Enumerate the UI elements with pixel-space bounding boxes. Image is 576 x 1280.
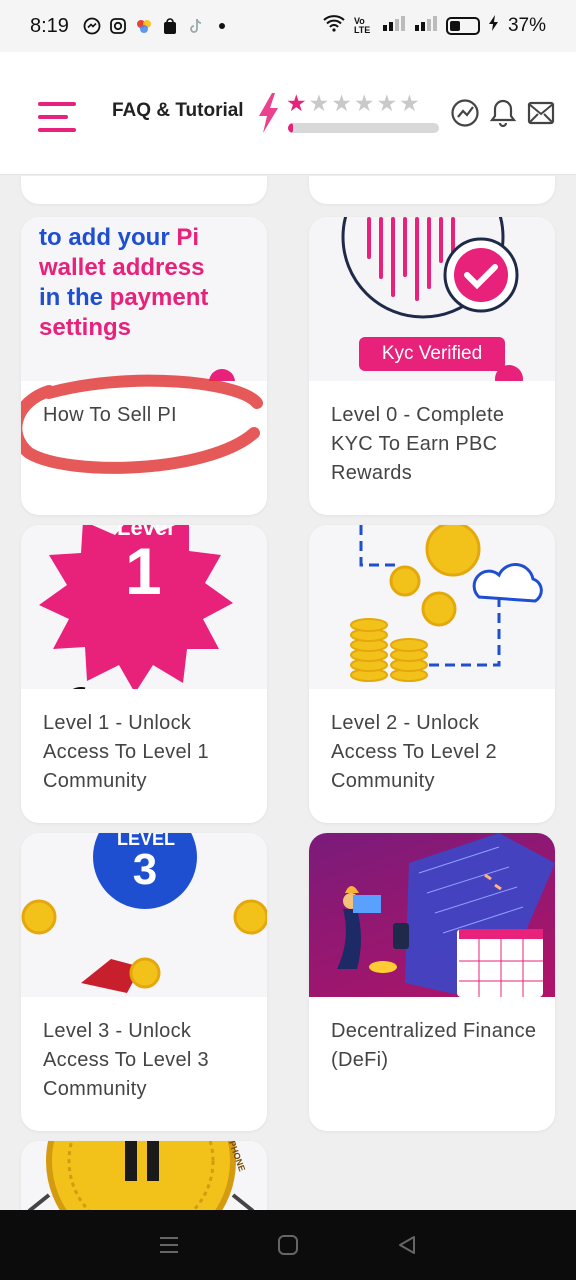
- card-image: PHONE: [21, 1141, 267, 1210]
- red-circle-annotation: [21, 374, 263, 474]
- home-button[interactable]: [273, 1230, 303, 1260]
- star-empty-icon: ★: [376, 90, 398, 116]
- star-filled-icon: ★: [286, 90, 307, 116]
- shopping-bag-icon: [161, 17, 179, 35]
- kyc-badge: Kyc Verified: [359, 337, 505, 371]
- menu-bar-middle: [38, 115, 68, 119]
- levels-icon[interactable]: [450, 98, 480, 128]
- star-empty-icon: ★: [353, 90, 375, 116]
- menu-lines-icon: [160, 1237, 179, 1253]
- mail-icon[interactable]: [527, 98, 557, 128]
- bell-icon[interactable]: [489, 98, 519, 128]
- charging-icon: [488, 14, 500, 38]
- square-icon: [277, 1235, 298, 1255]
- lightning-icon: [256, 92, 280, 139]
- tiktok-icon: [187, 17, 205, 35]
- card-image: LEVEL 3: [21, 833, 267, 997]
- signal-icon-2: [414, 15, 438, 37]
- tutorial-card-partial[interactable]: [21, 176, 267, 204]
- signal-icon-1: [382, 15, 406, 37]
- star-empty-icon: ★: [308, 90, 330, 116]
- triangle-back-icon: [398, 1236, 415, 1254]
- card-image: Level 1: [21, 525, 267, 689]
- battery-percent: 37%: [507, 15, 546, 36]
- card-label: Level 1 - Unlock Access To Level 1 Commu…: [43, 712, 209, 792]
- coins-cloud-icon: [350, 525, 543, 682]
- messenger-icon: [83, 17, 101, 35]
- card-label: Level 2 - Unlock Access To Level 2 Commu…: [331, 712, 497, 792]
- level-number: 3: [132, 845, 158, 894]
- card-label: Level 0 - Complete KYC To Earn PBC Rewar…: [331, 404, 505, 484]
- wifi-icon: [322, 14, 346, 38]
- battery-fill: [449, 21, 460, 31]
- menu-bar-top: [38, 102, 76, 106]
- recent-apps-button[interactable]: [154, 1230, 184, 1260]
- tutorial-card-partial-bottom[interactable]: PHONE: [21, 1141, 267, 1210]
- card-label: Level 3 - Unlock Access To Level 3 Commu…: [43, 1020, 209, 1100]
- card-image: to add your Pi wallet address in the pay…: [21, 217, 267, 381]
- tutorial-card-level-1[interactable]: Level 1 Level 1 - Unlock Access To Level…: [21, 525, 267, 823]
- card-image-text: to add your Pi wallet address in the pay…: [39, 224, 209, 341]
- tutorial-card-level-2[interactable]: Level 2 - Unlock Access To Level 2 Commu…: [309, 525, 555, 823]
- tutorial-grid: to add your Pi wallet address in the pay…: [0, 176, 576, 1210]
- menu-button[interactable]: [38, 102, 76, 134]
- volte-label: Vo LTE: [353, 16, 371, 35]
- dot-icon: [213, 17, 231, 35]
- level-progress-fill: [288, 123, 293, 133]
- defi-illustration: [337, 833, 555, 997]
- star-rating: ★ ★ ★ ★ ★ ★: [286, 90, 420, 117]
- photos-icon: [135, 17, 153, 35]
- tutorial-card-partial[interactable]: [309, 176, 555, 204]
- star-empty-icon: ★: [331, 90, 352, 116]
- page-title: FAQ & Tutorial: [112, 100, 244, 121]
- tutorial-card-kyc[interactable]: Kyc Verified Level 0 - Complete KYC To E…: [309, 217, 555, 515]
- card-label: Decentralized Finance (DeFi): [331, 1020, 537, 1071]
- status-bar: 8:19 Vo LTE 37%: [0, 0, 576, 52]
- star-empty-icon: ★: [399, 90, 420, 116]
- card-image: [309, 833, 555, 997]
- card-image: Kyc Verified: [309, 217, 555, 381]
- tutorial-card-sell-pi[interactable]: to add your Pi wallet address in the pay…: [21, 217, 267, 515]
- notification-icons: [83, 17, 231, 35]
- level-number: 1: [125, 534, 162, 608]
- status-time: 8:19: [30, 14, 69, 37]
- menu-bar-bottom: [38, 128, 76, 132]
- system-nav-bar: [0, 1210, 576, 1280]
- tutorial-card-level-3[interactable]: LEVEL 3 Level 3 - Unlock Access To Level…: [21, 833, 267, 1131]
- battery-icon: [445, 17, 480, 35]
- card-image: [309, 525, 555, 689]
- tutorial-card-defi[interactable]: Decentralized Finance (DeFi): [309, 833, 555, 1131]
- back-button[interactable]: [392, 1230, 422, 1260]
- level-progress-bar: [288, 123, 439, 133]
- instagram-icon: [109, 17, 127, 35]
- app-header: FAQ & Tutorial ★ ★ ★ ★ ★ ★: [0, 52, 576, 175]
